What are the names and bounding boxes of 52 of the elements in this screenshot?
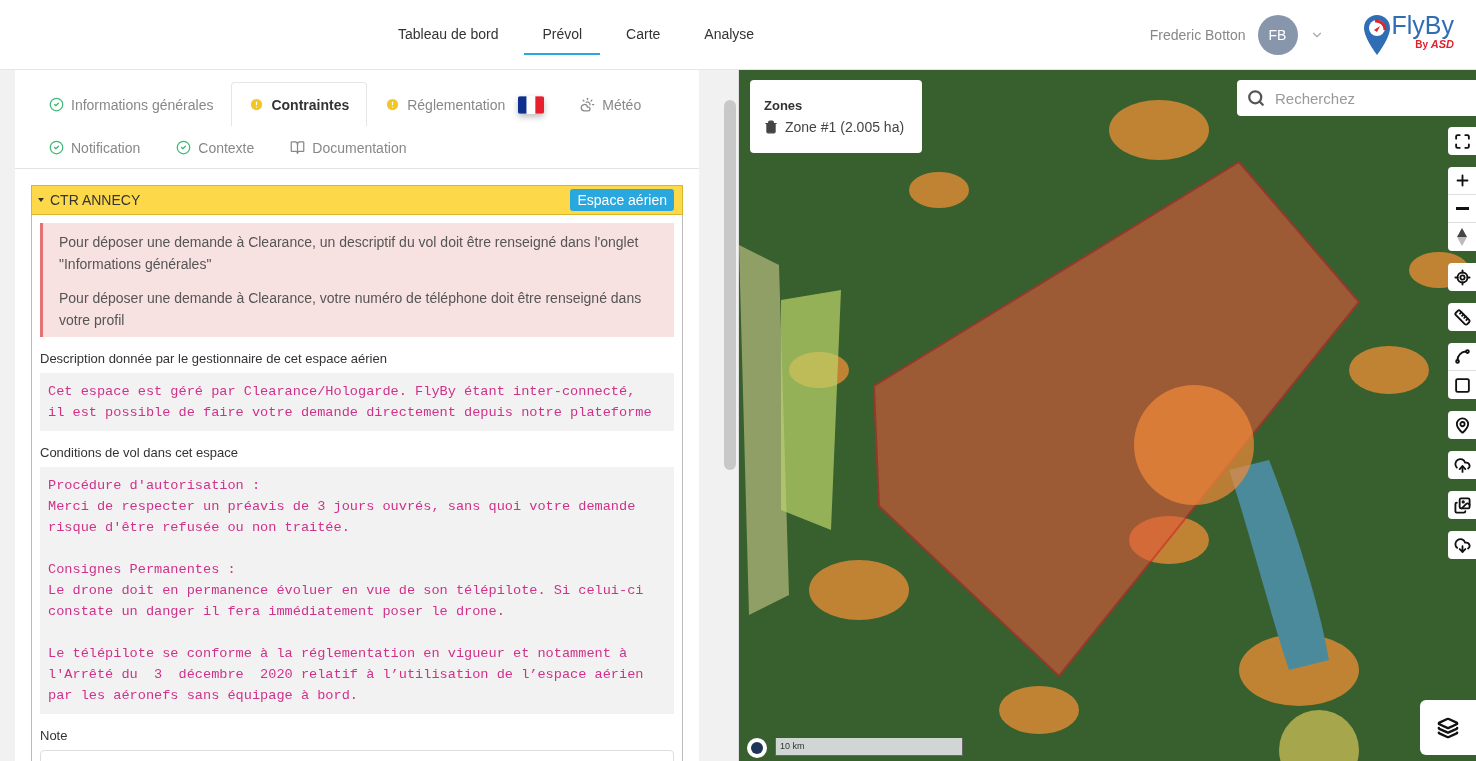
scale-bar: 10 km [775, 738, 963, 756]
airspace-badge: Espace aérien [570, 189, 674, 211]
map-logo-icon [747, 738, 767, 758]
tab[interactable]: Contraintes [231, 82, 368, 126]
section-header[interactable]: CTR ANNECY Espace aérien [31, 185, 683, 215]
map-pin-icon [1453, 416, 1471, 434]
zoom-out-icon [1455, 207, 1469, 210]
check-icon [49, 97, 64, 112]
warning-icon [385, 97, 401, 112]
alert-text: Pour déposer une demande à Clearance, votre numéro de téléphone doit être renseigné dans votre profil [59, 289, 643, 330]
scrollbar[interactable] [724, 100, 736, 470]
search-icon [1247, 89, 1265, 107]
zone-text: Zone #1 (2.005 ha) [785, 119, 905, 135]
nav-tab[interactable]: Tableau de bord [380, 14, 517, 55]
weather-icon [580, 97, 596, 112]
alert-text: Pour déposer une demande à Clearance, un descriptif du vol doit être renseigné dans l'onglet "Informations générales" [59, 233, 640, 274]
nav-tab[interactable]: Carte [608, 14, 679, 55]
nav-tab[interactable]: Analyse [686, 14, 773, 55]
tab[interactable]: Informations générales [31, 82, 232, 126]
nav-tab[interactable]: Prévol [524, 14, 601, 55]
tab[interactable]: Météo [562, 82, 660, 126]
layers-icon [1437, 716, 1459, 739]
section-title: CTR ANNECY [50, 192, 141, 208]
layers-button[interactable] [1420, 700, 1476, 755]
code-block: Cet espace est géré par Clearance/Hologarde. FlyBy étant inter-connecté, il est possible de faire votre demande directement depuis notre plateforme [40, 373, 674, 431]
images-icon [1453, 496, 1471, 514]
delete-icon[interactable] [764, 120, 778, 134]
locate-icon [1453, 268, 1471, 286]
tab[interactable]: Documentation [272, 125, 425, 169]
logo-pin-icon [1361, 12, 1392, 57]
book-icon [290, 140, 306, 155]
tab[interactable]: Contexte [158, 125, 273, 169]
user-avatar[interactable]: FB [1257, 14, 1298, 55]
user-name: Frederic Botton [1149, 26, 1246, 43]
warning-icon [249, 97, 265, 112]
search-field[interactable]: Recherchez [1237, 80, 1476, 116]
cloud-download-icon [1453, 536, 1471, 554]
fullscreen-icon [1453, 132, 1471, 150]
cloud-upload-icon [1453, 456, 1471, 474]
line-icon [1453, 348, 1471, 365]
block-label: Description donnée par le gestionnaire de cet espace aérien [40, 351, 388, 366]
tab[interactable]: Réglementation [367, 82, 563, 126]
note-label: Note [40, 728, 69, 743]
square-icon [1453, 376, 1471, 394]
check-icon [49, 140, 64, 155]
ruler-icon [1453, 308, 1471, 326]
check-icon [176, 140, 192, 155]
tab[interactable]: Notification [31, 125, 159, 169]
compass-icon [1457, 228, 1467, 246]
zones-title: Zones [764, 98, 804, 113]
code-block: Procédure d'autorisation : Merci de respecter un préavis de 3 jours ouvrés, sans quoi votre demande risque d'être refusée ou non traitée. Consignes Permanentes : Le drone doit en permanence évoluer en vue de son télépilote. Si celui-ci constate un danger il fera immédiatement poser le drone. Le télépilote se conforme à la réglementation en vigueur et notamment à l'Arrêté du 3 décembre 2020 relatif à l’utilisation de l’espace aérien par les aéronefs sans équipage à bord. [40, 467, 674, 714]
block-label: Conditions de vol dans cet espace [40, 445, 239, 460]
